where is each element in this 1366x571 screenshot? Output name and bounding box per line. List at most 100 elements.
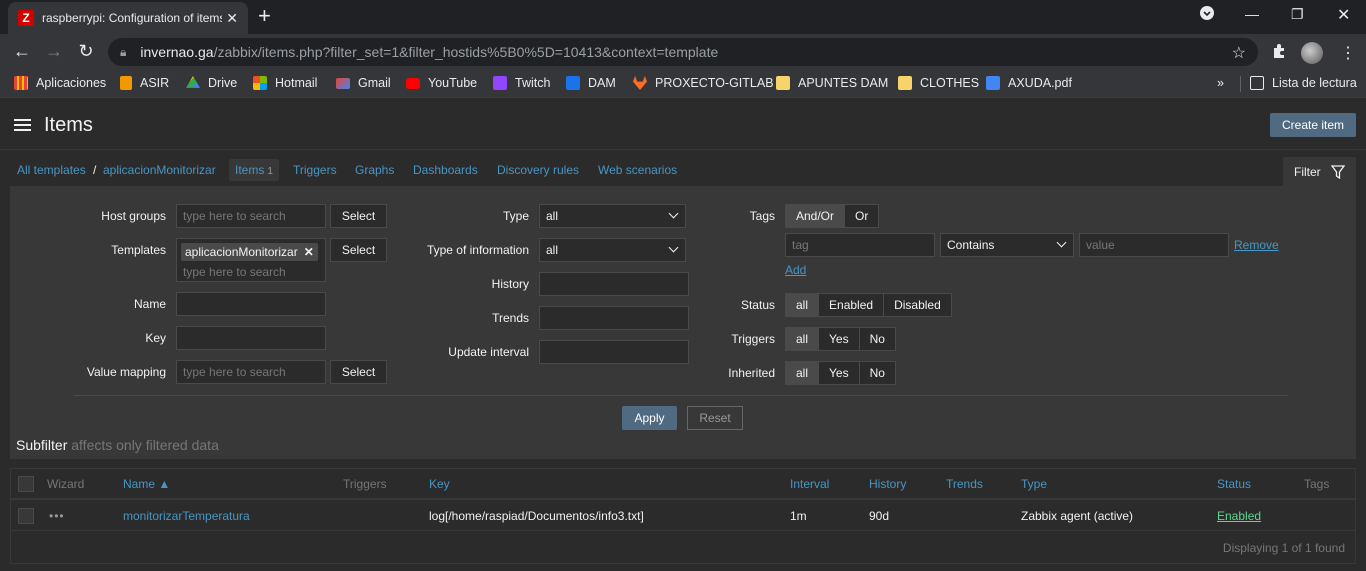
close-window-icon[interactable]: ✕ — [1337, 5, 1350, 25]
select-all-checkbox[interactable] — [18, 476, 34, 492]
tag-operator-select[interactable]: Contains — [940, 233, 1074, 257]
more-bookmarks-button[interactable]: » — [1217, 76, 1224, 90]
key-input[interactable] — [176, 326, 326, 350]
host-groups-input[interactable]: type here to search — [176, 204, 326, 228]
reading-list-button[interactable]: Lista de lectura — [1250, 76, 1357, 90]
drive-icon — [186, 76, 200, 88]
name-input[interactable] — [176, 292, 326, 316]
hamburger-menu-icon[interactable] — [14, 119, 31, 131]
bookmark-clothes[interactable]: CLOTHES — [898, 76, 979, 90]
triggers-all-option[interactable]: all — [786, 328, 820, 350]
tab-search-icon[interactable] — [1200, 6, 1214, 23]
triggers-yes-option[interactable]: Yes — [819, 328, 860, 350]
col-trends[interactable]: Trends — [946, 477, 983, 491]
col-status[interactable]: Status — [1217, 477, 1251, 491]
col-history[interactable]: History — [869, 477, 906, 491]
tab-dashboards[interactable]: Dashboards — [413, 163, 478, 177]
type-info-select[interactable]: all — [539, 238, 686, 262]
reading-list-icon — [1250, 76, 1264, 90]
col-interval[interactable]: Interval — [790, 477, 829, 491]
bookmark-axuda[interactable]: AXUDA.pdf — [986, 76, 1072, 90]
triggers-filter-label: Triggers — [731, 332, 775, 346]
value-mapping-select-button[interactable]: Select — [330, 360, 387, 384]
col-name[interactable]: Name ▲ — [123, 477, 170, 491]
col-wizard: Wizard — [47, 477, 85, 491]
reload-icon[interactable]: ↻ — [75, 41, 97, 62]
status-enabled-option[interactable]: Enabled — [819, 294, 885, 316]
bookmark-twitch[interactable]: Twitch — [493, 76, 550, 90]
bookmark-star-icon[interactable]: ☆ — [1232, 43, 1246, 63]
status-disabled-option[interactable]: Disabled — [884, 294, 951, 316]
bookmark-asir[interactable]: ASIR — [120, 76, 169, 90]
col-key[interactable]: Key — [429, 477, 450, 491]
remove-tag-link[interactable]: Remove — [1234, 238, 1279, 252]
bookmark-gmail[interactable]: Gmail — [336, 76, 391, 90]
row-checkbox[interactable] — [18, 508, 34, 524]
update-interval-input[interactable] — [539, 340, 689, 364]
tags-andor-option[interactable]: And/Or — [786, 205, 846, 227]
forward-icon[interactable]: → — [43, 41, 65, 62]
table-footer: Displaying 1 of 1 found — [1222, 541, 1345, 555]
update-interval-label: Update interval — [448, 345, 529, 359]
gitlab-icon — [633, 76, 647, 90]
tab-discovery-rules[interactable]: Discovery rules — [497, 163, 579, 177]
subfilter-note: affects only filtered data — [71, 437, 219, 453]
type-select[interactable]: all — [539, 204, 686, 228]
bookmark-apuntes[interactable]: APUNTES DAM — [776, 76, 888, 90]
tags-or-option[interactable]: Or — [845, 205, 878, 227]
remove-chip-icon[interactable]: ✕ — [304, 245, 314, 259]
bookmark-hotmail[interactable]: Hotmail — [253, 76, 317, 90]
breadcrumb: All templates / aplicacionMonitorizar It… — [0, 150, 1366, 186]
tab-graphs[interactable]: Graphs — [355, 163, 394, 177]
apply-button[interactable]: Apply — [622, 406, 677, 430]
page-title: Items — [44, 114, 93, 136]
close-tab-icon[interactable]: ✕ — [226, 10, 238, 27]
crumb-all-templates[interactable]: All templates — [17, 163, 86, 177]
browser-tab[interactable]: Z raspberrypi: Configuration of items ✕ — [8, 2, 248, 34]
value-mapping-input[interactable]: type here to search — [176, 360, 326, 384]
bookmark-label: Aplicaciones — [36, 76, 107, 90]
crumb-template[interactable]: aplicacionMonitorizar — [103, 163, 216, 177]
templates-multiselect[interactable]: aplicacionMonitorizar ✕ type here to sear… — [176, 238, 326, 282]
address-bar[interactable]: 🔒︎ invernao.ga /zabbix/items.php?filter_… — [108, 38, 1258, 66]
extensions-icon[interactable] — [1271, 43, 1287, 64]
profile-avatar[interactable] — [1301, 42, 1323, 64]
templates-select-button[interactable]: Select — [330, 238, 387, 262]
bookmark-drive[interactable]: Drive — [186, 76, 237, 90]
col-type[interactable]: Type — [1021, 477, 1047, 491]
tab-triggers[interactable]: Triggers — [293, 163, 337, 177]
inherited-no-option[interactable]: No — [860, 362, 895, 384]
reset-button[interactable]: Reset — [687, 406, 743, 430]
maximize-icon[interactable]: ❐ — [1291, 6, 1304, 23]
create-item-button[interactable]: Create item — [1270, 113, 1356, 137]
add-tag-link[interactable]: Add — [785, 263, 806, 277]
host-groups-select-button[interactable]: Select — [330, 204, 387, 228]
tag-value-input[interactable]: value — [1079, 233, 1229, 257]
filter-tab[interactable]: Filter — [1283, 157, 1356, 187]
youtube-icon — [406, 77, 420, 89]
kebab-menu-icon[interactable]: ⋮ — [1340, 43, 1356, 63]
status-all-option[interactable]: all — [786, 294, 820, 316]
new-tab-icon[interactable]: + — [258, 5, 271, 27]
item-status-link[interactable]: Enabled — [1217, 509, 1261, 523]
inherited-all-option[interactable]: all — [786, 362, 820, 384]
item-name-link[interactable]: monitorizarTemperatura — [123, 509, 250, 523]
bookmark-gitlab[interactable]: PROXECTO-GITLAB — [633, 76, 774, 90]
tag-input[interactable]: tag — [785, 233, 935, 257]
tab-web-scenarios[interactable]: Web scenarios — [598, 163, 677, 177]
wizard-menu-icon[interactable]: ••• — [49, 509, 65, 523]
filter-tab-label: Filter — [1294, 165, 1321, 179]
trends-input[interactable] — [539, 306, 689, 330]
url-host: invernao.ga — [140, 44, 214, 60]
bookmark-youtube[interactable]: YouTube — [406, 76, 477, 90]
history-input[interactable] — [539, 272, 689, 296]
bookmark-label: Drive — [208, 76, 238, 90]
inherited-yes-option[interactable]: Yes — [819, 362, 860, 384]
back-icon[interactable]: ← — [11, 41, 33, 62]
minimize-icon[interactable]: — — [1245, 6, 1259, 22]
bookmark-dam[interactable]: DAM — [566, 76, 616, 90]
tab-items[interactable]: Items 1 — [229, 159, 279, 181]
bookmark-apps[interactable]: Aplicaciones — [14, 76, 106, 90]
items-table: Wizard Name ▲ Triggers Key Interval Hist… — [10, 468, 1356, 564]
triggers-no-option[interactable]: No — [860, 328, 895, 350]
